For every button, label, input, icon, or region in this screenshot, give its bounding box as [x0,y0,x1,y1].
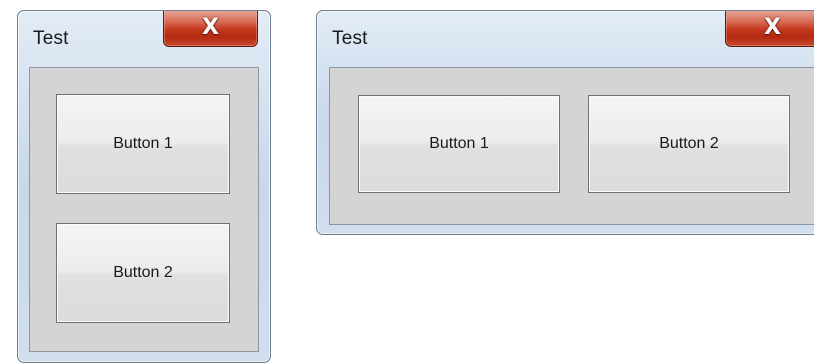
title-bar[interactable]: Test X [18,11,270,69]
screenshot-stage: Test X Button 1 Button 2 Test X Button 1… [0,0,814,363]
window-title: Test [332,28,368,49]
button-1[interactable]: Button 1 [358,95,560,193]
window-title: Test [33,28,69,49]
close-button[interactable]: X [163,11,258,47]
test-window-horizontal: Test X Button 1 Button 2 [316,10,814,235]
close-icon: X [764,15,781,40]
close-button[interactable]: X [725,11,814,47]
button-1[interactable]: Button 1 [56,94,230,194]
button-2[interactable]: Button 2 [588,95,790,193]
client-area: Button 1 Button 2 [29,67,259,352]
button-2[interactable]: Button 2 [56,223,230,323]
client-area: Button 1 Button 2 [329,67,814,225]
test-window-vertical: Test X Button 1 Button 2 [17,10,271,363]
title-bar[interactable]: Test X [317,11,814,69]
close-icon: X [202,15,219,40]
